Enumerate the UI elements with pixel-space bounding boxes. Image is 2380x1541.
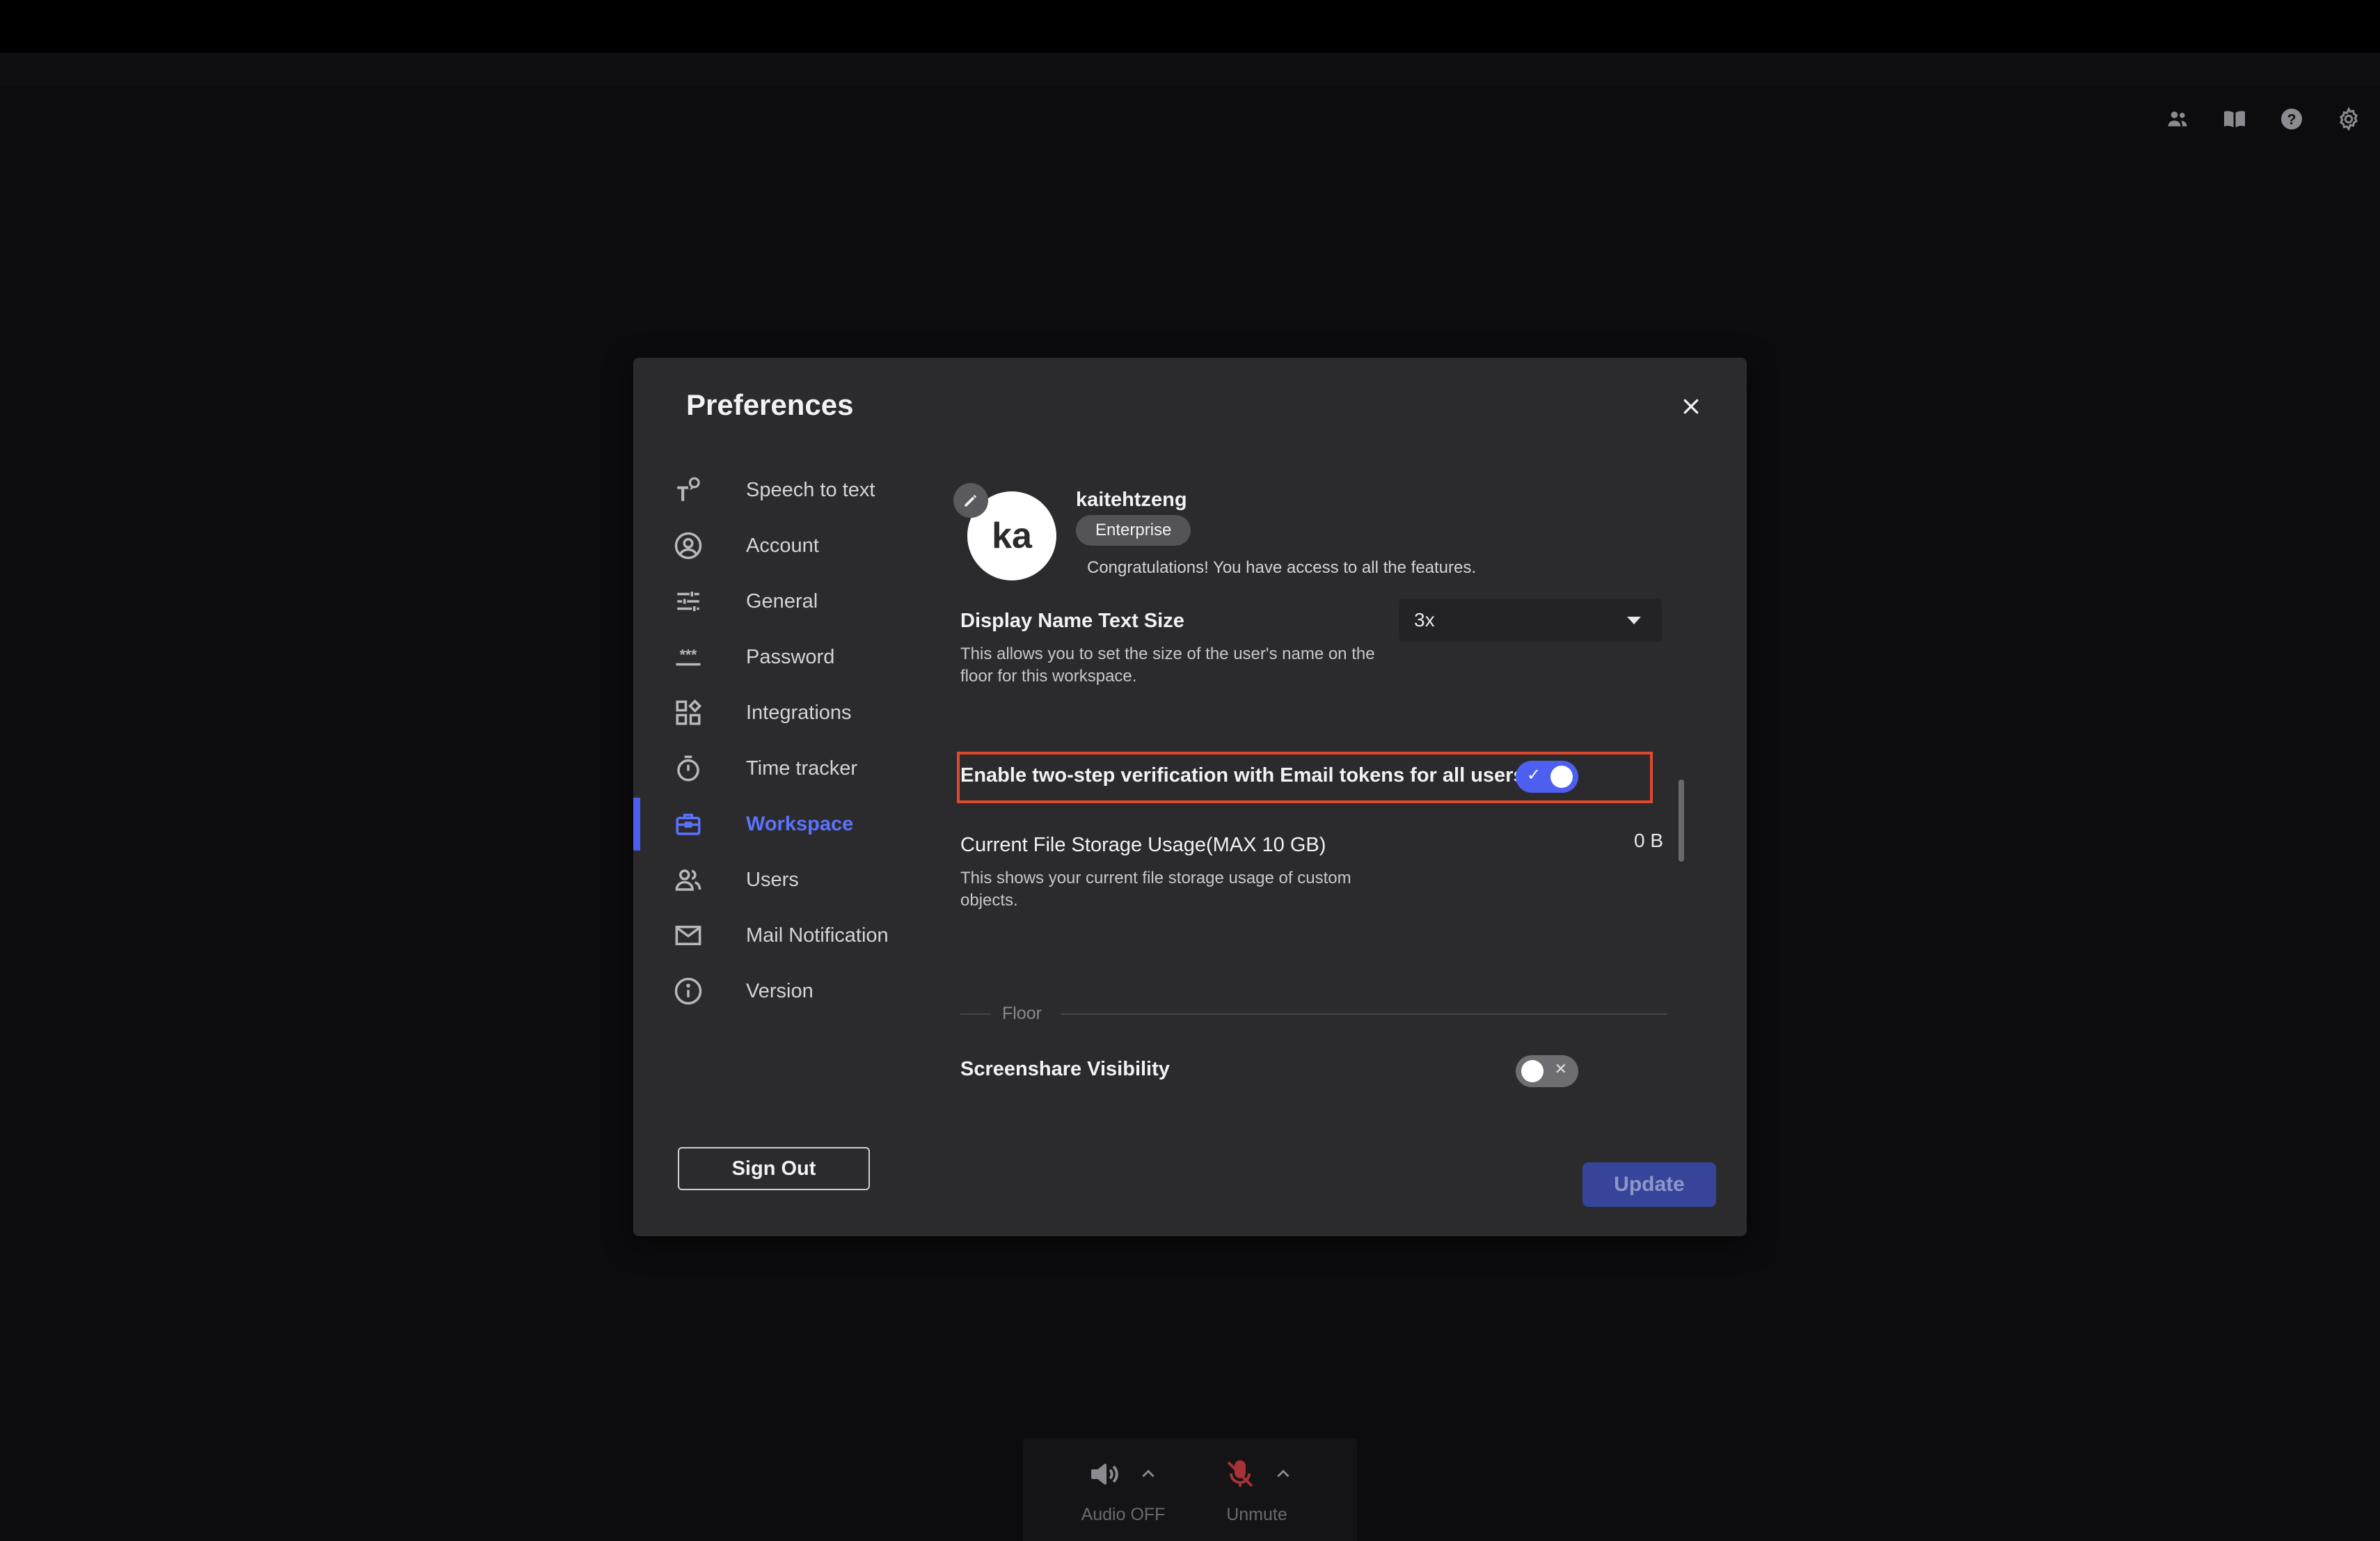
nav-item-password[interactable]: *** Password [633, 629, 926, 685]
integrations-icon [672, 697, 704, 729]
sub-bar [0, 53, 2380, 86]
book-icon[interactable] [2220, 104, 2249, 134]
storage-description: This shows your current file storage usa… [960, 867, 1351, 912]
two-step-title: Enable two-step verification with Email … [960, 764, 1525, 787]
nav-item-integrations[interactable]: Integrations [633, 685, 926, 741]
toggle-knob [1521, 1060, 1544, 1082]
storage-title: Current File Storage Usage(MAX 10 GB) [960, 834, 1326, 856]
check-icon: ✓ [1527, 766, 1541, 784]
caret-down-icon [1627, 617, 1641, 624]
timer-icon [672, 752, 704, 784]
nav-label: Workspace [746, 812, 854, 835]
nav-label: Time tracker [746, 757, 858, 780]
settings-icon[interactable] [2334, 104, 2363, 134]
divider [1061, 1013, 1667, 1015]
nav-label: Account [746, 534, 819, 557]
nav-item-version[interactable]: Version [633, 963, 926, 1019]
top-right-toolbar: ? [2163, 104, 2380, 132]
password-icon: *** [672, 641, 704, 673]
svg-text:?: ? [2287, 112, 2296, 128]
workspace-settings: ka kaitehtzeng Enterprise Congratulation… [953, 476, 1684, 1103]
audio-label: Audio OFF [1081, 1505, 1166, 1524]
preferences-nav: Speech to text Account General *** Passw… [633, 462, 926, 1019]
storage-value: 0 B [1633, 830, 1663, 851]
scrollbar[interactable] [1679, 780, 1684, 862]
edit-avatar-button[interactable] [953, 483, 988, 518]
display-name-size-description: This allows you to set the size of the u… [960, 643, 1375, 688]
nav-item-mail-notification[interactable]: Mail Notification [633, 908, 926, 963]
nav-item-speech-to-text[interactable]: Speech to text [633, 462, 926, 518]
plan-badge: Enterprise [1076, 515, 1191, 546]
mic-off-icon[interactable] [1222, 1456, 1258, 1492]
info-icon [672, 975, 704, 1007]
screenshare-title: Screenshare Visibility [960, 1058, 1170, 1080]
chevron-up-icon[interactable] [1137, 1463, 1159, 1485]
nav-label: Users [746, 868, 799, 891]
nav-label: Password [746, 645, 835, 668]
nav-label: Version [746, 979, 814, 1002]
nav-item-workspace[interactable]: Workspace [633, 796, 926, 852]
divider [960, 1013, 991, 1015]
preferences-modal: Preferences Speech to text Account Gener… [633, 358, 1747, 1236]
nav-label: General [746, 590, 818, 613]
briefcase-icon [672, 808, 704, 840]
nav-item-general[interactable]: General [633, 574, 926, 629]
users-icon[interactable] [2163, 104, 2192, 134]
top-bar [0, 0, 2380, 53]
x-icon: ✕ [1554, 1060, 1567, 1077]
nav-item-account[interactable]: Account [633, 518, 926, 574]
audio-control [1087, 1456, 1159, 1492]
description-line: floor for this workspace. [960, 667, 1137, 686]
floor-section-label: Floor [1002, 1004, 1042, 1023]
toggle-knob [1550, 766, 1573, 788]
select-value: 3x [1414, 609, 1435, 631]
help-icon[interactable]: ? [2277, 104, 2306, 134]
screenshare-toggle[interactable]: ✕ [1516, 1055, 1578, 1087]
users-icon [672, 864, 704, 896]
speech-to-text-icon [672, 474, 704, 506]
display-name-size-title: Display Name Text Size [960, 610, 1184, 632]
nav-label: Speech to text [746, 478, 875, 501]
nav-item-users[interactable]: Users [633, 852, 926, 908]
nav-label: Mail Notification [746, 924, 889, 947]
plan-message: Congratulations! You have access to all … [1087, 558, 1477, 577]
mail-icon [672, 919, 704, 951]
mic-label: Unmute [1226, 1505, 1287, 1524]
sign-out-button[interactable]: Sign Out [678, 1147, 870, 1190]
svg-text:***: *** [680, 647, 697, 663]
nav-label: Integrations [746, 701, 852, 724]
close-button[interactable] [1677, 393, 1705, 420]
description-line: This allows you to set the size of the u… [960, 645, 1375, 663]
sliders-icon [672, 585, 704, 617]
username: kaitehtzeng [1076, 489, 1187, 511]
account-icon [672, 530, 704, 562]
speaker-icon[interactable] [1087, 1456, 1123, 1492]
description-line: objects. [960, 891, 1018, 910]
two-step-toggle[interactable]: ✓ [1516, 761, 1578, 793]
update-button[interactable]: Update [1582, 1162, 1716, 1207]
nav-item-time-tracker[interactable]: Time tracker [633, 741, 926, 796]
pencil-icon [965, 495, 976, 507]
mic-control [1222, 1456, 1294, 1492]
chevron-up-icon[interactable] [1272, 1463, 1294, 1485]
media-controls-bar: Audio OFF Unmute [1023, 1438, 1357, 1541]
description-line: This shows your current file storage usa… [960, 869, 1351, 887]
modal-title: Preferences [686, 388, 854, 421]
display-name-size-select[interactable]: 3x [1399, 599, 1662, 642]
close-icon [1683, 399, 1699, 414]
